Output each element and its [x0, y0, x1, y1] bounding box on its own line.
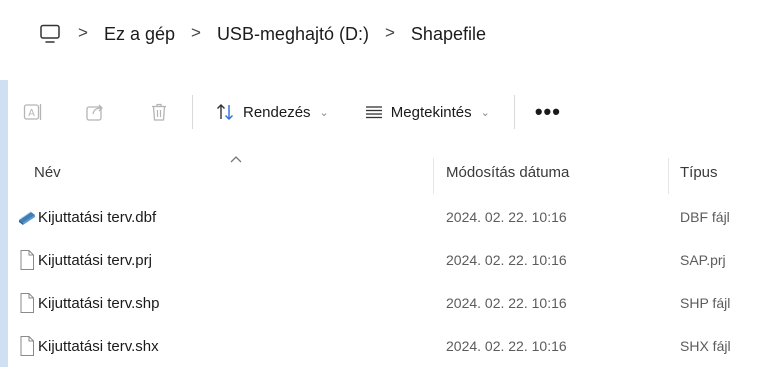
file-name[interactable]: Kijuttatási terv.shp: [38, 295, 159, 312]
breadcrumb-separator[interactable]: >: [191, 23, 201, 43]
svg-text:A: A: [28, 108, 35, 119]
file-name[interactable]: Kijuttatási terv.shx: [38, 338, 159, 355]
breadcrumb-separator[interactable]: >: [78, 23, 88, 43]
blank-file-icon: [18, 335, 36, 357]
trash-icon[interactable]: [148, 101, 170, 123]
view-list-icon: [363, 101, 385, 123]
view-button[interactable]: Megtekintés ⌄: [363, 101, 490, 123]
computer-icon[interactable]: [38, 22, 62, 46]
file-type: SHP fájl: [680, 295, 731, 311]
column-header-type[interactable]: Típus: [680, 164, 718, 181]
sort-label: Rendezés: [243, 103, 311, 121]
breadcrumb-item-shapefile[interactable]: Shapefile: [411, 24, 486, 45]
file-row[interactable]: Kijuttatási terv.dbf 2024. 02. 22. 10:16…: [8, 196, 779, 239]
file-row[interactable]: Kijuttatási terv.prj 2024. 02. 22. 10:16…: [8, 239, 779, 282]
share-icon[interactable]: [84, 101, 106, 123]
file-type: SAP.prj: [680, 252, 726, 268]
file-type: SHX fájl: [680, 338, 731, 354]
breadcrumb-item-usb-drive[interactable]: USB-meghajtó (D:): [217, 24, 369, 45]
blank-file-icon: [18, 249, 36, 271]
toolbar-divider: [513, 95, 515, 129]
blank-file-icon: [18, 292, 36, 314]
column-resize-handle[interactable]: [668, 158, 669, 194]
sort-arrows-icon: [215, 101, 237, 123]
address-bar: > Ez a gép > USB-meghajtó (D:) > Shapefi…: [0, 0, 779, 72]
more-options-button[interactable]: •••: [535, 101, 561, 123]
sort-button[interactable]: Rendezés ⌄: [215, 101, 329, 123]
navigation-pane-edge: [0, 80, 8, 367]
breadcrumb-item-this-pc[interactable]: Ez a gép: [104, 24, 175, 45]
file-type: DBF fájl: [680, 209, 730, 225]
file-modified-date: 2024. 02. 22. 10:16: [446, 252, 567, 268]
column-header-name[interactable]: Név: [34, 164, 61, 181]
chevron-down-icon: ⌄: [319, 106, 329, 119]
file-row[interactable]: Kijuttatási terv.shp 2024. 02. 22. 10:16…: [8, 282, 779, 325]
rename-icon[interactable]: A: [22, 101, 44, 123]
file-name[interactable]: Kijuttatási terv.prj: [38, 252, 152, 269]
database-file-icon: [18, 206, 36, 228]
command-bar: A Rendezés ⌄ Megtekintés ⌄ •••: [8, 80, 779, 144]
file-modified-date: 2024. 02. 22. 10:16: [446, 295, 567, 311]
file-modified-date: 2024. 02. 22. 10:16: [446, 338, 567, 354]
file-list: Kijuttatási terv.dbf 2024. 02. 22. 10:16…: [8, 196, 779, 367]
toolbar-divider: [192, 95, 193, 129]
sort-ascending-indicator: [230, 152, 242, 166]
column-header-modified[interactable]: Módosítás dátuma: [446, 164, 569, 181]
chevron-down-icon: ⌄: [480, 106, 490, 119]
column-header-row: Név Módosítás dátuma Típus: [8, 152, 779, 196]
view-label: Megtekintés: [390, 103, 472, 121]
column-resize-handle[interactable]: [433, 158, 434, 194]
breadcrumb-separator[interactable]: >: [385, 23, 395, 43]
file-modified-date: 2024. 02. 22. 10:16: [446, 209, 567, 225]
file-row[interactable]: Kijuttatási terv.shx 2024. 02. 22. 10:16…: [8, 325, 779, 367]
file-name[interactable]: Kijuttatási terv.dbf: [38, 209, 156, 226]
breadcrumb: > Ez a gép > USB-meghajtó (D:) > Shapefi…: [0, 8, 779, 60]
